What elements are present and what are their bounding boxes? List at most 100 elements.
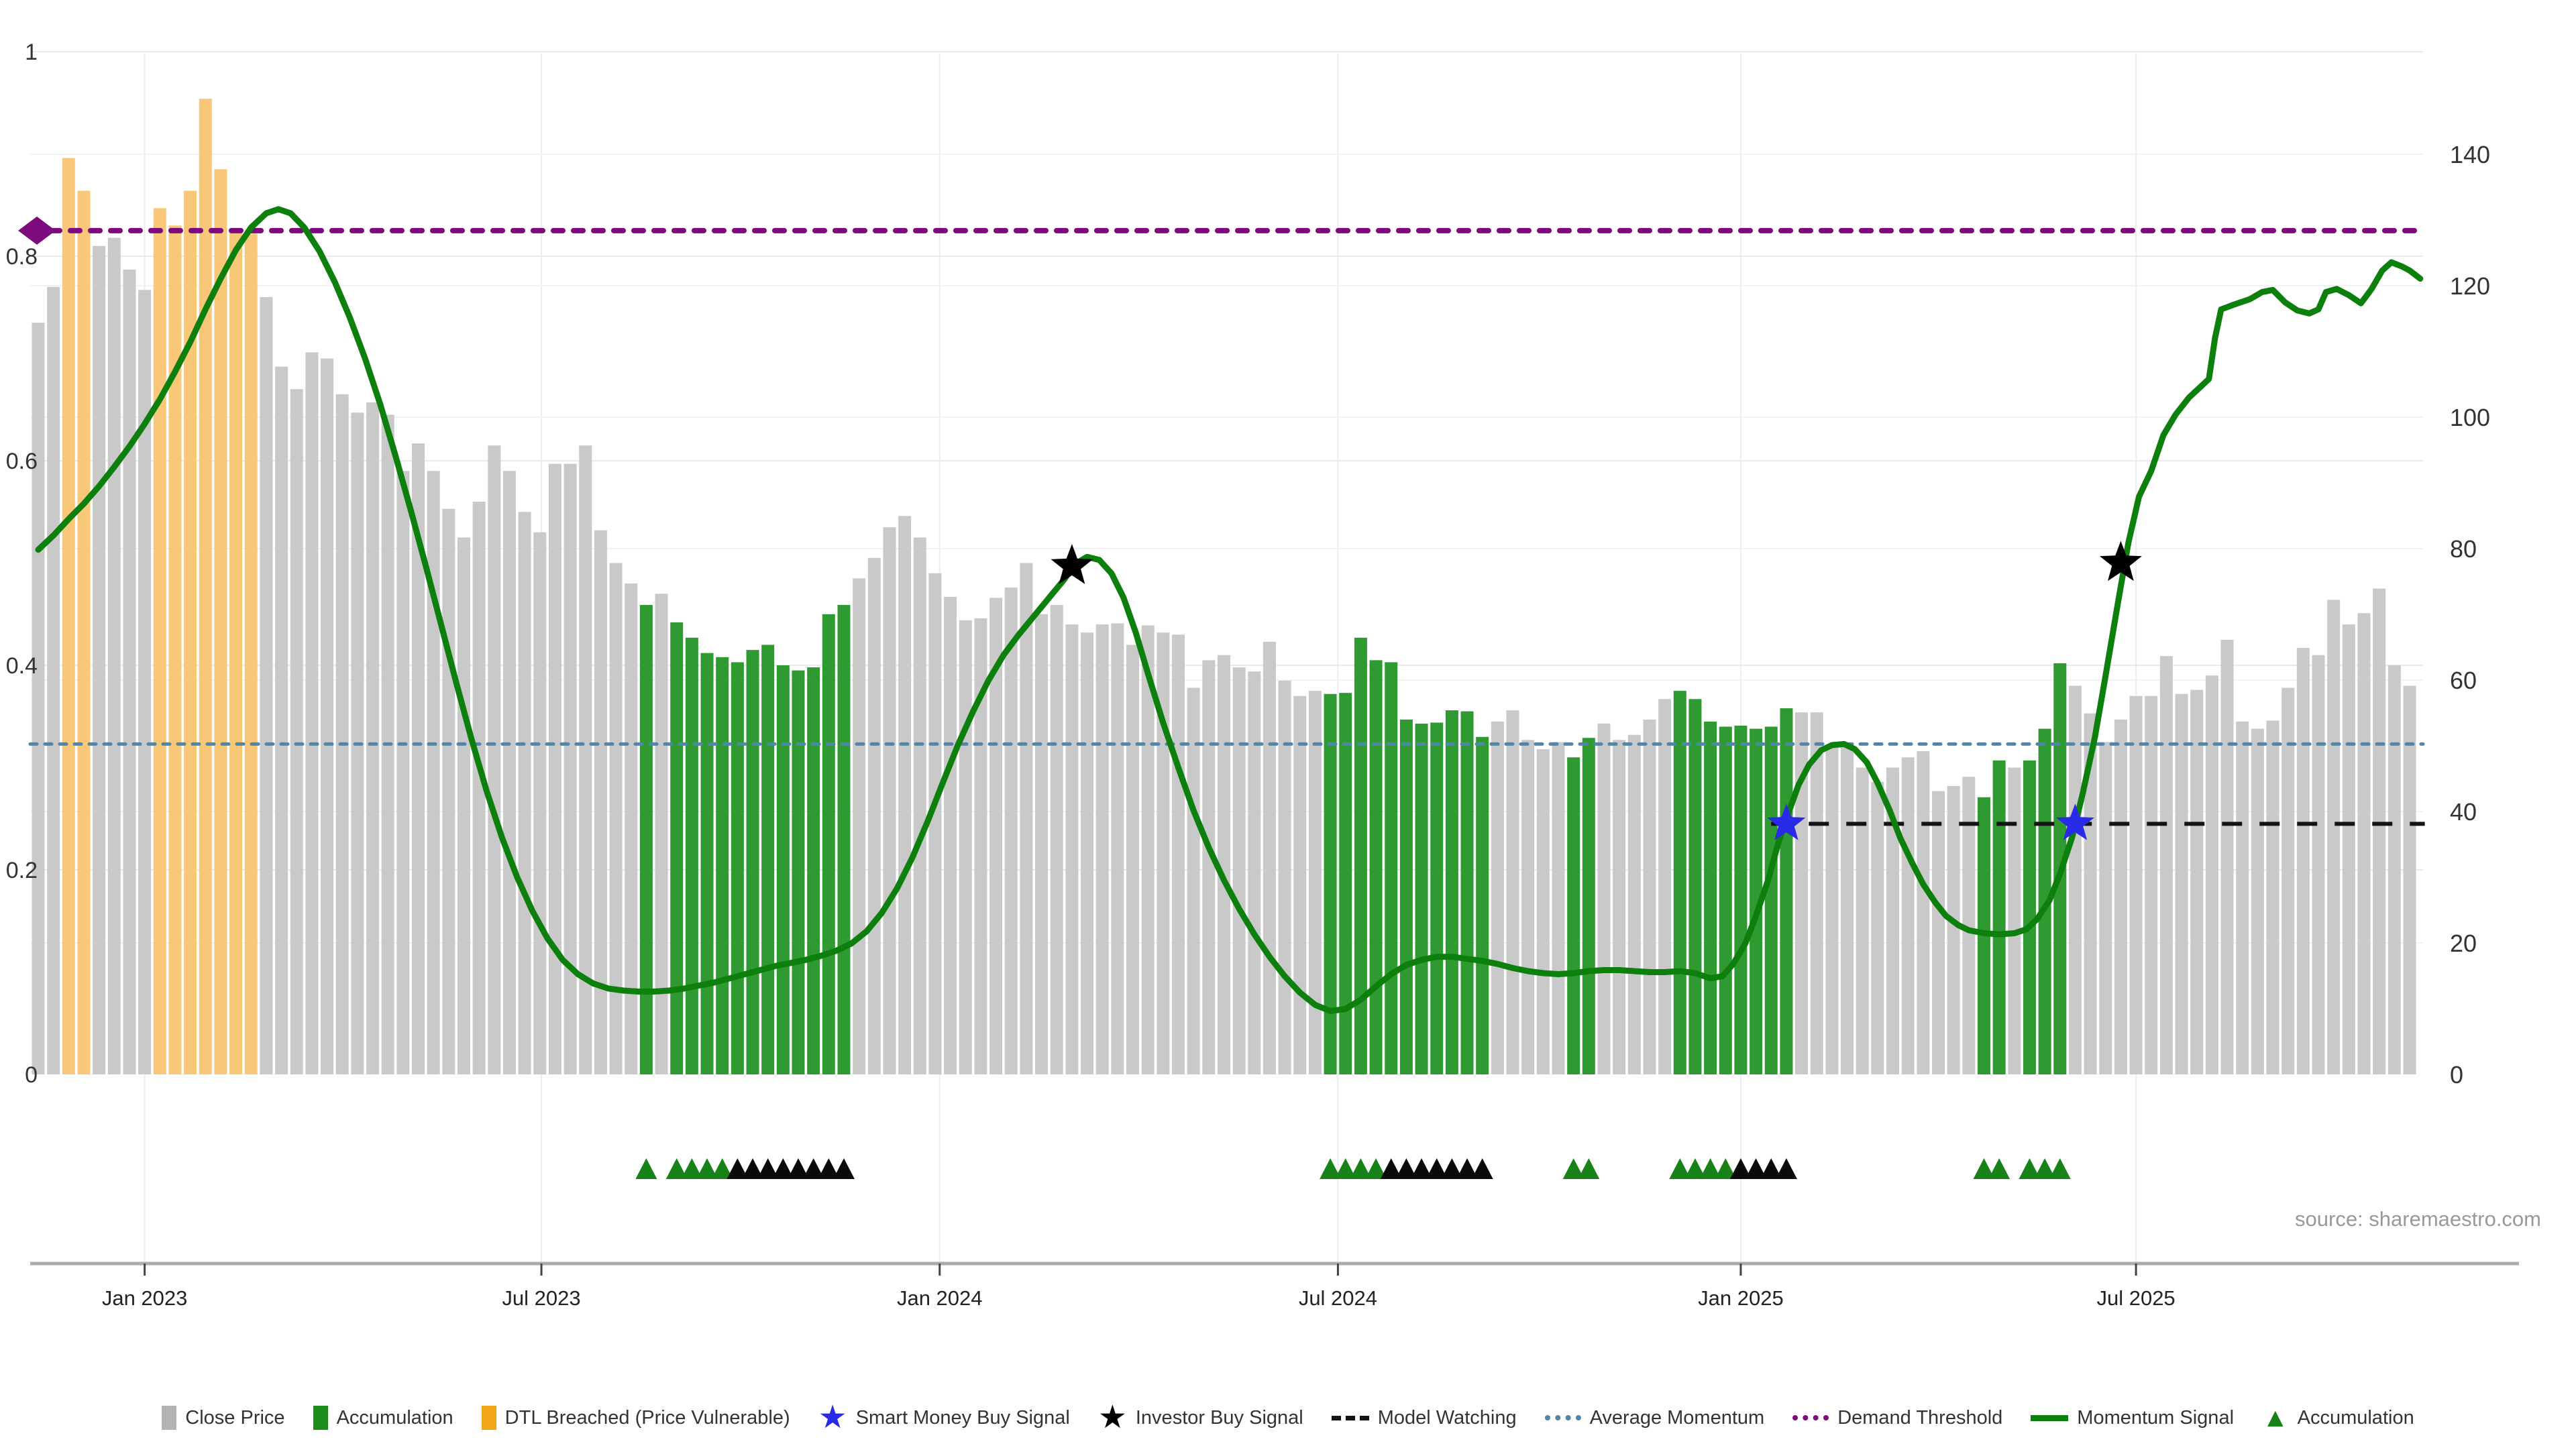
legend-item-label: Smart Money Buy Signal [856, 1407, 1070, 1429]
close-price-bar [290, 389, 303, 1074]
dtl-breached-bar [62, 158, 75, 1074]
accumulation-bar [1446, 710, 1458, 1074]
source-attribution: source: sharemaestro.com [2295, 1207, 2541, 1231]
close-price-bar [655, 594, 668, 1074]
close-price-bar [2373, 589, 2385, 1074]
accumulation-bar [747, 650, 759, 1074]
close-price-bar [2221, 640, 2234, 1074]
close-price-bar [2099, 742, 2112, 1074]
close-price-bar [321, 359, 333, 1075]
y-left-tick-label: 0.8 [6, 244, 38, 270]
accumulation-bar [777, 665, 790, 1074]
x-tick-label: Jan 2023 [102, 1286, 188, 1310]
close-price-bar [366, 402, 379, 1074]
dtl-breached-bar [154, 208, 166, 1074]
close-price-bar [1263, 642, 1276, 1074]
close-price-bar [2282, 688, 2294, 1074]
close-price-bar [610, 563, 623, 1075]
legend-item-label: DTL Breached (Price Vulnerable) [505, 1407, 790, 1429]
close-price-bar [305, 352, 318, 1074]
close-price-bar [108, 238, 121, 1074]
accumulation-triangle-black [1472, 1158, 1493, 1179]
close-price-bar [1491, 722, 1504, 1074]
chart-legend: Close Price Accumulation DTL Breached (Pri… [0, 1406, 2576, 1430]
accumulation-bar [761, 645, 774, 1075]
close-price-bar [2206, 675, 2218, 1074]
close-price-bar [93, 246, 105, 1074]
close-price-bar [1126, 645, 1139, 1075]
close-price-bar [1020, 563, 1032, 1075]
close-price-bar [1597, 724, 1610, 1074]
close-price-bar [883, 527, 896, 1074]
legend-item-label: Accumulation [337, 1407, 453, 1429]
accumulation-bar [822, 614, 835, 1074]
legend-item-label: Model Watching [1378, 1407, 1517, 1429]
close-price-bar [2236, 722, 2249, 1074]
dtl-breached-bar [184, 190, 197, 1074]
close-price-bar [396, 471, 409, 1074]
close-price-bar [2190, 690, 2203, 1074]
close-price-bar [442, 509, 455, 1074]
close-price-bar [1841, 747, 1854, 1074]
legend-swatch-icon [313, 1406, 328, 1430]
x-tick-label: Jan 2024 [897, 1286, 983, 1310]
close-price-bar [1279, 681, 1291, 1074]
accumulation-bar [1765, 727, 1778, 1075]
close-price-bar [503, 471, 516, 1074]
legend-item-label: Accumulation [2298, 1407, 2414, 1429]
accumulation-bar [1993, 761, 2006, 1074]
close-price-bar [458, 537, 470, 1074]
close-price-bar [1628, 735, 1641, 1074]
close-price-bar [853, 578, 865, 1074]
accumulation-triangle [1578, 1158, 1599, 1179]
legend-item: ★ Investor Buy Signal [1098, 1406, 1303, 1430]
legend-item-label: Investor Buy Signal [1136, 1407, 1303, 1429]
accumulation-bar [1415, 724, 1428, 1074]
accumulation-bar [1719, 727, 1732, 1075]
accumulation-bar [1734, 726, 1747, 1074]
accumulation-bar [1339, 693, 1352, 1074]
accumulation-triangle-black [1776, 1158, 1797, 1179]
close-price-bar [2130, 696, 2143, 1074]
accumulation-bar [716, 657, 729, 1074]
close-price-bar [260, 297, 272, 1074]
accumulation-triangle [1988, 1158, 2010, 1179]
demand-threshold-diamond [18, 217, 56, 245]
close-price-bar [2312, 655, 2325, 1074]
close-price-bar [47, 287, 60, 1074]
legend-item: DTL Breached (Price Vulnerable) [482, 1406, 790, 1430]
legend-star-icon: ★ [1098, 1406, 1127, 1430]
investor-buy-star [1051, 544, 1093, 584]
accumulation-bar [731, 662, 744, 1074]
close-price-bar [944, 597, 957, 1074]
legend-swatch-icon [162, 1406, 176, 1430]
accumulation-bar [1780, 708, 1792, 1074]
close-price-bar [1309, 691, 1322, 1074]
y-right-tick-label: 20 [2450, 930, 2477, 957]
accumulation-triangle [2049, 1158, 2071, 1179]
accumulation-triangle-black [833, 1158, 855, 1179]
close-price-bar [549, 464, 561, 1074]
legend-item: Momentum Signal [2031, 1407, 2234, 1429]
y-right-tick-label: 0 [2450, 1061, 2463, 1088]
close-price-bar [1507, 710, 1519, 1074]
close-price-bar [2160, 656, 2173, 1074]
close-price-bar [1613, 740, 1625, 1074]
legend-solid-line-icon [2031, 1415, 2068, 1421]
legend-item: ▲Accumulation [2262, 1406, 2414, 1430]
close-price-bar [1172, 634, 1185, 1074]
close-price-bar [1856, 768, 1869, 1075]
accumulation-bar [1370, 660, 1383, 1074]
accumulation-bar [2023, 761, 2036, 1074]
accumulation-bar [1400, 720, 1413, 1074]
close-price-bar [1293, 696, 1306, 1074]
close-price-bar [2114, 720, 2127, 1074]
accumulation-bar [686, 638, 698, 1074]
close-price-bar [1081, 632, 1093, 1074]
legend-item: ★Smart Money Buy Signal [818, 1406, 1070, 1430]
close-price-bar [1187, 688, 1200, 1074]
close-price-bar [898, 516, 911, 1074]
close-price-bar [336, 394, 349, 1074]
legend-item: Close Price [162, 1406, 284, 1430]
accumulation-bar [670, 622, 683, 1074]
